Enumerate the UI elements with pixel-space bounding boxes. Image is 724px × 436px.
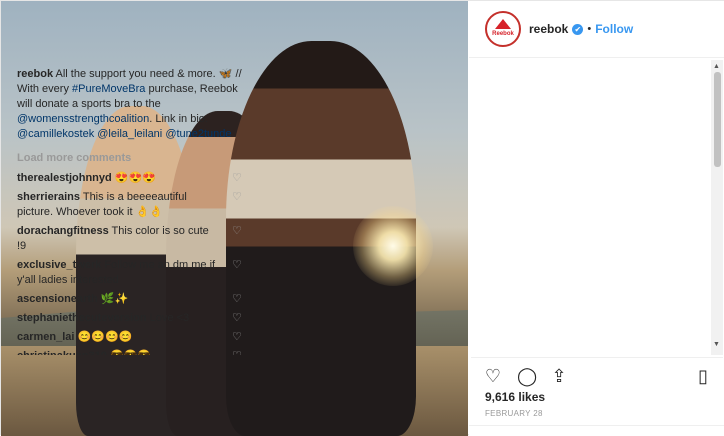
post-header: Reebok reebok ✔ • Follow bbox=[469, 1, 724, 58]
verified-badge-icon: ✔ bbox=[572, 23, 584, 35]
comment-text: 😍😍😍 bbox=[114, 172, 156, 184]
load-more-comments-button[interactable]: Load more comments bbox=[17, 151, 243, 166]
comment-like-heart-icon[interactable]: ♡ bbox=[232, 294, 243, 305]
comment-row: therealestjohnnyd 😍😍😍 ♡ bbox=[17, 171, 243, 186]
action-bar: ♡ ◯ ⇪ ▯ bbox=[471, 357, 723, 389]
comment-like-heart-icon[interactable]: ♡ bbox=[232, 332, 243, 343]
comment-username[interactable]: ascensionearth bbox=[17, 293, 98, 305]
comment-username[interactable]: dorachangfitness bbox=[17, 225, 109, 237]
mention-link[interactable]: @womensstrengthcoalition bbox=[17, 113, 149, 125]
instagram-post: Reebok reebok ✔ • Follow reebok All the … bbox=[0, 0, 724, 436]
comment-row: dorachangfitness This color is so cute !… bbox=[17, 224, 243, 254]
comment-username[interactable]: exclusive_twerk bbox=[17, 259, 101, 271]
comments-list[interactable]: reebok All the support you need & more. … bbox=[17, 67, 243, 355]
caption-text-1: All the support you need & more. bbox=[55, 68, 219, 80]
comment-username[interactable]: christinakuan310 bbox=[17, 350, 107, 355]
caption-username[interactable]: reebok bbox=[17, 68, 53, 80]
like-heart-icon[interactable]: ♡ bbox=[483, 366, 503, 386]
separator-dot: • bbox=[587, 23, 592, 35]
comment-username[interactable]: stephaniethecuteversion bbox=[17, 312, 147, 324]
comment-like-heart-icon[interactable]: ♡ bbox=[232, 313, 243, 324]
avatar[interactable]: Reebok bbox=[485, 11, 521, 47]
follow-button[interactable]: Follow bbox=[595, 22, 633, 36]
logo-wordmark: Reebok bbox=[492, 31, 514, 37]
scroll-up-arrow-icon[interactable]: ▲ bbox=[713, 63, 720, 70]
comment-row: sherrierains This is a beeeeautiful pict… bbox=[17, 190, 243, 220]
caption-text-4: . Link in bio. bbox=[149, 113, 208, 125]
comment-row: exclusive_twerk Follow me an dm me if y'… bbox=[17, 258, 243, 288]
scrollbar-thumb[interactable] bbox=[714, 72, 721, 167]
comment-like-heart-icon[interactable]: ♡ bbox=[232, 260, 243, 271]
likes-count[interactable]: 9,616 likes bbox=[485, 390, 545, 404]
post-caption: reebok All the support you need & more. … bbox=[17, 67, 243, 142]
post-date: FEBRUARY 28 bbox=[485, 409, 543, 418]
mention-link[interactable]: @tune2tunde bbox=[165, 128, 231, 140]
comment-like-heart-icon[interactable]: ♡ bbox=[232, 226, 243, 237]
share-icon[interactable]: ⇪ bbox=[549, 366, 569, 386]
photo-sun-flare bbox=[353, 206, 433, 286]
comment-row: christinakuan310 😎😎😎 ♡ bbox=[17, 349, 243, 355]
add-comment-area[interactable] bbox=[469, 425, 724, 436]
comment-username[interactable]: carmen_lai bbox=[17, 331, 74, 343]
caption-emoji: 🦋 bbox=[218, 68, 233, 80]
comment-username[interactable]: therealestjohnnyd bbox=[17, 172, 112, 184]
scroll-down-arrow-icon[interactable]: ▼ bbox=[713, 341, 720, 348]
bookmark-icon[interactable]: ▯ bbox=[693, 366, 713, 386]
comment-like-heart-icon[interactable]: ♡ bbox=[232, 192, 243, 203]
comment-like-heart-icon[interactable]: ♡ bbox=[232, 351, 243, 356]
comment-row: ascensionearth 🌿✨ ♡ bbox=[17, 292, 243, 307]
comment-bubble-icon[interactable]: ◯ bbox=[517, 366, 537, 386]
hashtag-link[interactable]: #PureMoveBra bbox=[72, 83, 145, 95]
comment-like-heart-icon[interactable]: ♡ bbox=[232, 173, 243, 184]
mention-link[interactable]: @camillekostek bbox=[17, 128, 94, 140]
comment-text: 😊😊😊😊 bbox=[77, 331, 133, 343]
username-link[interactable]: reebok bbox=[529, 22, 568, 36]
comment-row: carmen_lai 😊😊😊😊 ♡ bbox=[17, 330, 243, 345]
reebok-logo-icon bbox=[495, 19, 511, 29]
mention-link[interactable]: @leila_leilani bbox=[97, 128, 162, 140]
comment-text: 🌿✨ bbox=[100, 293, 129, 305]
comment-username[interactable]: sherrierains bbox=[17, 191, 80, 203]
comment-text: Love <3 bbox=[149, 312, 190, 324]
comment-text: 😎😎😎 bbox=[110, 350, 151, 355]
comment-row: stephaniethecuteversion Love <3 ♡ bbox=[17, 311, 243, 326]
